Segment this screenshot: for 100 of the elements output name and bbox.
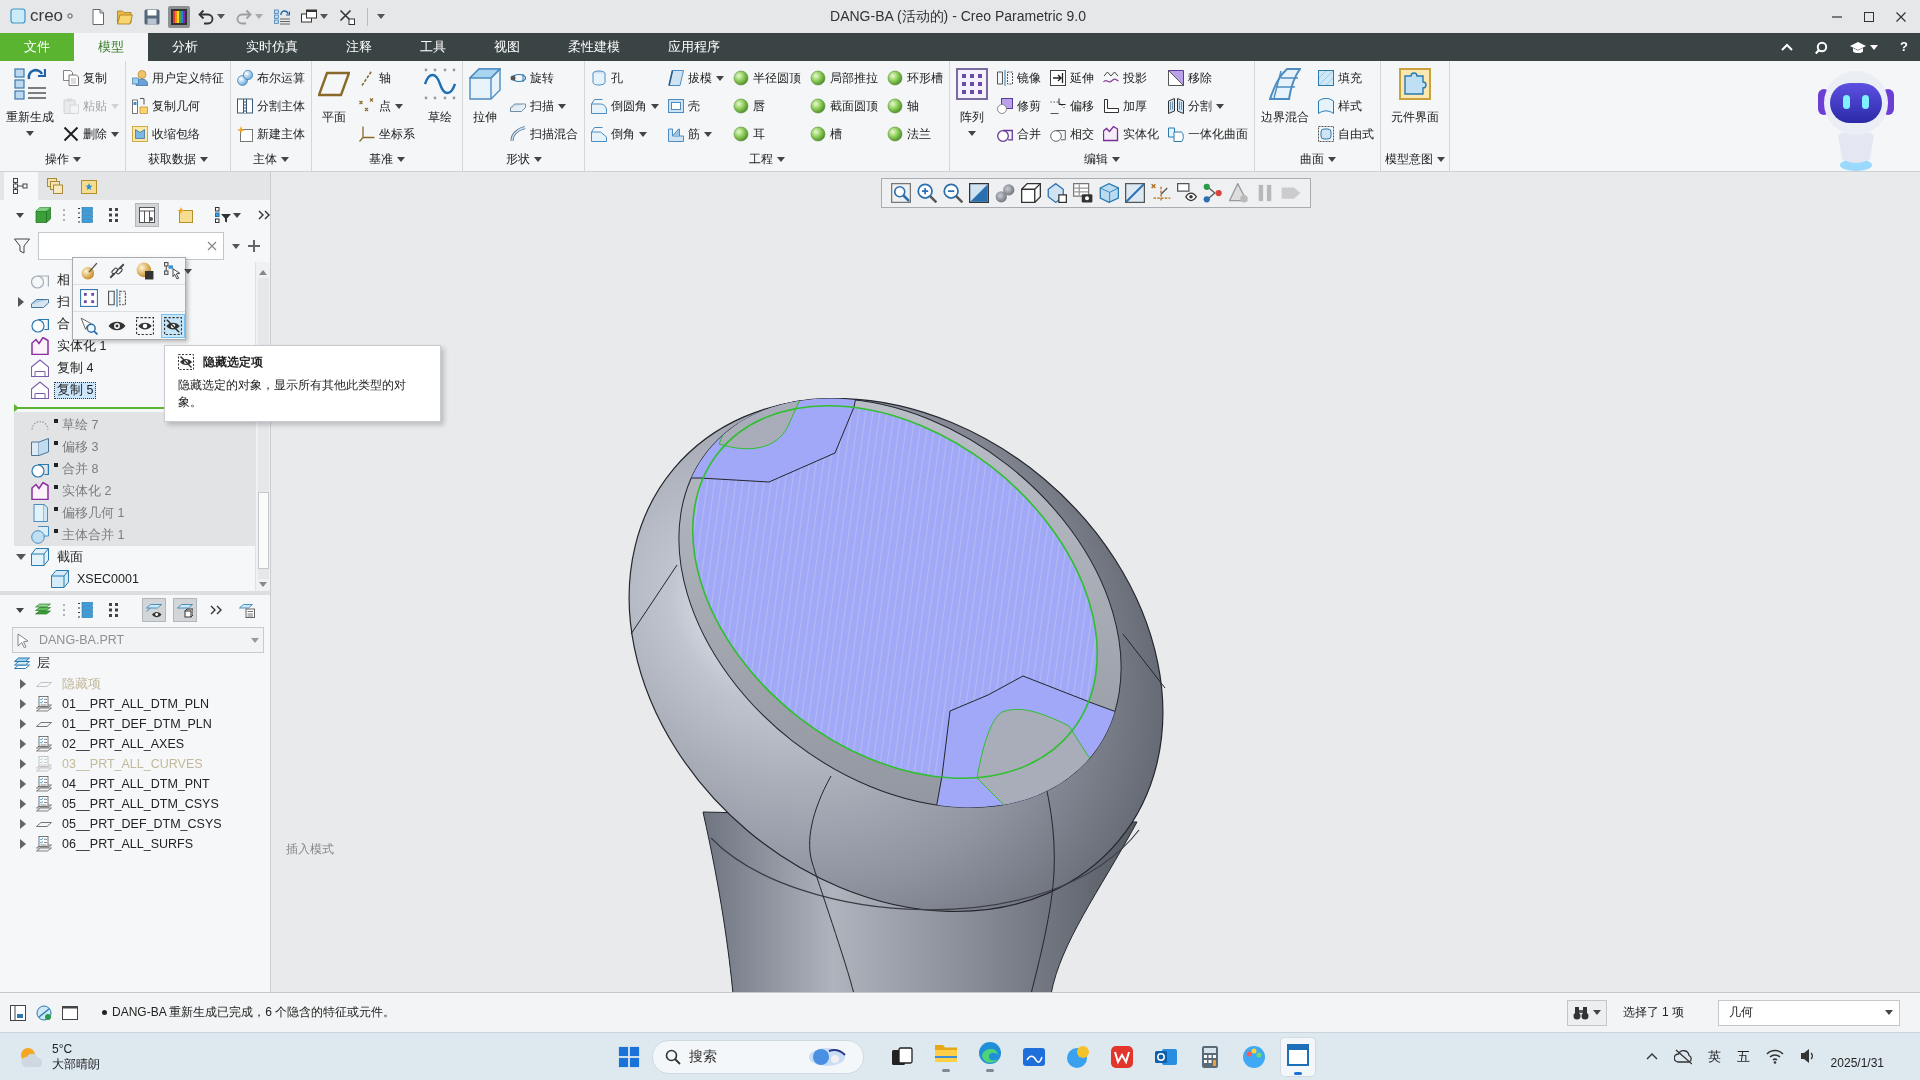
color-dots-circle-icon[interactable] <box>1242 1044 1266 1069</box>
expand-arrow-icon[interactable] <box>20 819 26 829</box>
ribbon-button[interactable]: 样式 <box>1316 92 1376 120</box>
ribbon-button[interactable]: 轴 <box>885 92 945 120</box>
expand-arrow-icon[interactable] <box>18 297 24 307</box>
ribbon-button[interactable]: 坐标系 <box>357 120 417 148</box>
ribbon-button[interactable]: 耳 <box>731 120 803 148</box>
ribbon-button[interactable]: 筋 <box>666 120 726 148</box>
caret-icon[interactable] <box>217 14 226 19</box>
layer-item[interactable]: 05__PRT_ALL_DTM_CSYS <box>62 796 219 812</box>
tree-item[interactable]: 复制 5 <box>54 381 97 399</box>
ribbon-button[interactable]: 偏移 <box>1048 92 1096 120</box>
add-icon[interactable] <box>248 240 260 252</box>
ribbon-button[interactable]: 局部推拉 <box>808 64 880 92</box>
ribbon-button[interactable]: 拉伸 <box>467 64 503 148</box>
collapse-arrow-icon[interactable] <box>16 554 26 560</box>
folder-sparkle-icon[interactable] <box>177 207 193 223</box>
brush-ball-icon[interactable] <box>80 262 98 280</box>
quick-access-button[interactable] <box>168 5 191 28</box>
list-icon[interactable] <box>77 602 93 618</box>
ribbon-button[interactable]: 截面圆顶 <box>808 92 880 120</box>
ribbon-button[interactable]: 填充 <box>1316 64 1376 92</box>
expand-arrow-icon[interactable] <box>20 679 26 689</box>
expand-arrow-icon[interactable] <box>20 779 26 789</box>
ribbon-button[interactable]: 复制几何 <box>130 92 226 120</box>
ribbon-button[interactable]: 相交 <box>1048 120 1096 148</box>
expand-arrow-icon[interactable] <box>20 799 26 809</box>
shaded-spheres-icon[interactable] <box>994 183 1015 203</box>
cube-outline-icon[interactable] <box>1020 183 1041 203</box>
window-tile-icon[interactable] <box>1280 1036 1316 1077</box>
ribbon-button[interactable]: 半径圆顶 <box>731 64 803 92</box>
ribbon-button[interactable]: 重新生成 <box>4 64 56 148</box>
group-menu[interactable]: 工程 <box>749 152 785 167</box>
layer-item[interactable]: 05__PRT_DEF_DTM_CSYS <box>62 816 222 832</box>
globe-dot-icon[interactable] <box>36 1004 52 1021</box>
layer-list-icon[interactable] <box>239 602 255 618</box>
search-field[interactable]: 搜索 <box>652 1039 864 1074</box>
open-folder-icon[interactable] <box>117 8 134 25</box>
help-button[interactable]: ? <box>1900 39 1908 55</box>
layers-stack-icon[interactable] <box>35 602 51 618</box>
ribbon-button[interactable]: 倒圆角 <box>589 92 661 120</box>
zoom-in-icon[interactable] <box>916 183 937 203</box>
chain-link-icon[interactable] <box>108 262 126 280</box>
ribbon-button[interactable]: 分割主体 <box>235 92 307 120</box>
expand-arrow-icon[interactable] <box>20 739 26 749</box>
ribbon-button[interactable]: 修剪 <box>995 92 1043 120</box>
ribbon-button[interactable]: 旋转 <box>508 64 580 92</box>
ribbon-button[interactable]: 孔 <box>589 64 661 92</box>
new-file-icon[interactable] <box>90 8 107 25</box>
caret-icon[interactable] <box>232 243 240 249</box>
ribbon-button[interactable]: 边界混合 <box>1259 64 1311 148</box>
ribbon-button[interactable]: 分割 <box>1166 92 1250 120</box>
panel-tab[interactable] <box>4 172 38 200</box>
ribbon-tab[interactable]: 模型 <box>74 33 148 61</box>
expand-arrow-icon[interactable] <box>20 699 26 709</box>
tree-pointer-icon[interactable] <box>164 262 182 280</box>
ribbon-tab[interactable]: 实时仿真 <box>222 33 322 61</box>
filter-field[interactable] <box>38 232 224 260</box>
tree-item[interactable]: 复制 4 <box>54 359 97 377</box>
squares-arrow-list-icon[interactable] <box>274 8 291 25</box>
layer-item[interactable]: 02__PRT_ALL_AXES <box>62 736 185 752</box>
dashed-axes-icon[interactable] <box>1150 183 1171 203</box>
chevron-up-icon[interactable] <box>1645 1052 1658 1061</box>
tree-item[interactable]: 扫 <box>54 293 73 311</box>
ribbon-button[interactable]: 草绘 <box>422 64 458 148</box>
tree-item[interactable]: 截面 <box>54 548 86 566</box>
group-menu[interactable]: 主体 <box>253 152 289 167</box>
tree-funnel-icon[interactable] <box>215 207 231 223</box>
ribbon-button[interactable]: 壳 <box>666 92 726 120</box>
ribbon-button[interactable]: 扫描混合 <box>508 120 580 148</box>
panel-layout-icon[interactable] <box>10 1004 26 1021</box>
ribbon-button[interactable]: 点 <box>357 92 417 120</box>
ribbon-button[interactable]: 实体化 <box>1101 120 1161 148</box>
ribbon-tab[interactable]: 应用程序 <box>644 33 744 61</box>
group-menu[interactable]: 基准 <box>369 152 405 167</box>
group-menu[interactable]: 模型意图 <box>1385 152 1445 167</box>
close-icon[interactable] <box>1896 11 1906 22</box>
ribbon-button[interactable]: 倒角 <box>589 120 661 148</box>
cloud-off-icon[interactable] <box>1673 1048 1692 1065</box>
search-input[interactable]: 搜索 <box>689 1048 799 1065</box>
caret-icon[interactable] <box>320 14 329 19</box>
dot-grid-icon[interactable] <box>80 289 98 307</box>
knob-model-drawing[interactable] <box>629 398 1166 992</box>
note-eye-icon[interactable] <box>1176 183 1197 203</box>
mini-toolbar-button[interactable] <box>161 313 185 338</box>
tree-item[interactable]: XSEC0001 <box>74 570 142 588</box>
toolbar-button[interactable] <box>142 598 166 622</box>
maximize-icon[interactable] <box>1864 11 1874 22</box>
ribbon-button[interactable]: 移除 <box>1166 64 1250 92</box>
ribbon-button[interactable]: 扫描 <box>508 92 580 120</box>
date[interactable]: 2025/1/31 <box>1830 1056 1884 1071</box>
box-icon[interactable] <box>1098 183 1119 203</box>
cube-icon[interactable] <box>35 207 51 223</box>
ribbon-button[interactable]: 法兰 <box>885 120 945 148</box>
input-mode[interactable]: 五 <box>1736 1048 1750 1065</box>
layer-item[interactable]: 06__PRT_ALL_SURFS <box>62 836 194 852</box>
swirl-circle-icon[interactable] <box>978 1041 1002 1072</box>
ribbon-button[interactable]: 镜像 <box>995 64 1043 92</box>
ribbon-button[interactable]: 唇 <box>731 92 803 120</box>
ribbon-button[interactable]: 环形槽 <box>885 64 945 92</box>
